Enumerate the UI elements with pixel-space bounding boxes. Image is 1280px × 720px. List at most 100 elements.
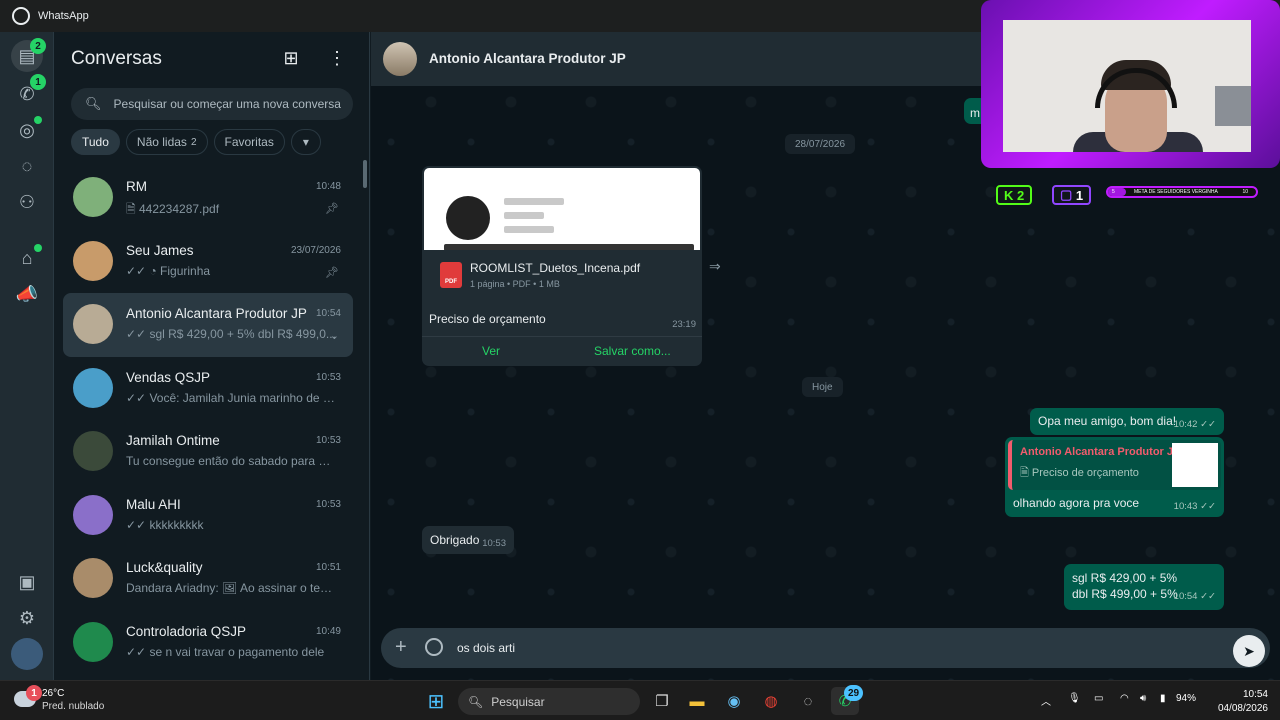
- filter-unread[interactable]: Não lidas 2: [125, 129, 208, 155]
- filter-unread-count: 2: [190, 136, 197, 148]
- battery-saver-icon[interactable]: ▭: [1094, 693, 1103, 704]
- contact-avatar[interactable]: [383, 42, 417, 76]
- nav-rail: ▤ 2 ✆ 1 ◎ ◌ ⚇ ⌂ 📣 ▣ ⚙: [0, 32, 54, 680]
- follower-goal-target: 10: [1242, 189, 1248, 195]
- chat-list-item[interactable]: Controladoria QSJP 10:49 ✓✓ se n vai trava…: [63, 611, 353, 675]
- windows-taskbar: 1 26°C Pred. nublado ⊞ 🔍︎ Pesquisar ❐ ▬ …: [0, 680, 1280, 720]
- chat-options-chevron-icon[interactable]: ⌄: [330, 329, 339, 342]
- message-out-price[interactable]: sgl R$ 429,00 + 5% dbl R$ 499,00 + 5% 10…: [1064, 564, 1224, 610]
- search-placeholder: Pesquisar ou começar uma nova conversa: [113, 97, 341, 111]
- taskbar-search[interactable]: 🔍︎ Pesquisar: [458, 688, 640, 715]
- kick-icon: K: [1004, 187, 1017, 203]
- chat-avatar[interactable]: [73, 367, 113, 408]
- chat-avatar[interactable]: [73, 304, 113, 344]
- filter-chips: Tudo Não lidas 2 Favoritas ▾: [71, 129, 321, 155]
- contact-name[interactable]: Antonio Alcantara Produtor JP: [429, 51, 626, 66]
- start-windows-icon[interactable]: ⊞: [422, 687, 450, 715]
- chat-time: 10:54: [315, 308, 341, 319]
- chat-avatar[interactable]: [73, 240, 113, 281]
- webcam-background-monitor: [1215, 86, 1251, 126]
- filter-all[interactable]: Tudo: [71, 129, 120, 155]
- message-reply-out[interactable]: Antonio Alcantara Produtor JP 🗎 Preciso …: [1005, 437, 1224, 517]
- chat-list-panel: Conversas ⊞ ⋮ 🔍︎ Pesquisar ou começar um…: [55, 32, 370, 680]
- chat-avatar[interactable]: [73, 177, 113, 217]
- profile-avatar[interactable]: [11, 638, 43, 670]
- obs-icon[interactable]: ◌: [794, 687, 822, 715]
- file-explorer-icon[interactable]: ▬: [683, 687, 711, 715]
- chat-list-item[interactable]: Luck&quality 10:51 Dandara Ariadny: 🖼 Ao a…: [63, 547, 353, 611]
- emoji-icon[interactable]: [425, 638, 443, 656]
- chat-list-scrollbar[interactable]: [363, 160, 367, 188]
- chat-preview: 🗎 442234287.pdf: [126, 202, 220, 216]
- search-input[interactable]: 🔍︎ Pesquisar ou começar uma nova convers…: [71, 88, 353, 120]
- panel-title: Conversas: [71, 48, 162, 69]
- taskbar-search-label: Pesquisar: [491, 694, 545, 709]
- clock-time: 10:54: [1242, 689, 1268, 700]
- chat-avatar[interactable]: [73, 621, 113, 662]
- attach-plus-icon[interactable]: +: [395, 636, 407, 659]
- menu-icon[interactable]: ⋮: [325, 48, 349, 72]
- chat-avatar[interactable]: [73, 431, 113, 471]
- filter-more-chevron-icon[interactable]: ▾: [290, 129, 321, 155]
- chat-avatar[interactable]: [73, 494, 113, 535]
- chat-list-item[interactable]: RM 10:48 🗎 442234287.pdf 📌︎: [63, 166, 353, 230]
- settings-icon[interactable]: ⚙: [11, 602, 43, 634]
- communities-icon[interactable]: ⚇: [11, 186, 43, 218]
- new-chat-icon[interactable]: ⊞: [279, 48, 303, 72]
- composer-input[interactable]: os dois arti: [457, 641, 515, 655]
- message-out[interactable]: Opa meu amigo, bom dia! 10:42 ✓✓: [1030, 408, 1224, 435]
- view-button[interactable]: Ver: [482, 344, 500, 358]
- status-dot: [34, 116, 42, 124]
- filter-favorites-label: Favoritas: [224, 135, 274, 149]
- chat-preview: ✓✓ Você: Jamilah Junia marinho de bri...: [126, 390, 336, 405]
- quoted-message[interactable]: Antonio Alcantara Produtor JP 🗎 Preciso …: [1008, 440, 1221, 490]
- webcam-feed: [1003, 20, 1251, 152]
- message-in[interactable]: Obrigado 10:53: [422, 526, 514, 554]
- document-caption: Preciso de orçamento: [429, 312, 546, 326]
- advertise-icon[interactable]: 📣: [11, 278, 43, 310]
- speaker-icon[interactable]: 🔊︎: [1140, 693, 1146, 704]
- document-time: 23:19: [672, 319, 696, 330]
- chat-list: RM 10:48 🗎 442234287.pdf 📌︎ Seu James 23/07/2…: [63, 166, 353, 674]
- task-view-icon[interactable]: ❐: [648, 687, 676, 715]
- document-preview[interactable]: [424, 168, 700, 250]
- save-as-button[interactable]: Salvar como...: [594, 344, 671, 358]
- media-icon[interactable]: ▣: [11, 566, 43, 598]
- wifi-icon[interactable]: ◠: [1120, 693, 1129, 704]
- twitch-icon: ▢: [1060, 187, 1076, 202]
- preview-line: [504, 212, 544, 219]
- chrome-icon[interactable]: ◍: [757, 687, 785, 715]
- chat-list-item[interactable]: Antonio Alcantara Produtor JP 10:54 ✓✓ sgl…: [63, 293, 353, 357]
- message-composer[interactable]: + os dois arti: [381, 628, 1270, 668]
- follower-goal-fill: [1108, 188, 1126, 196]
- document-message[interactable]: PDF ROOMLIST_Duetos_Incena.pdf 1 página …: [422, 166, 702, 366]
- message-text-line: sgl R$ 429,00 + 5%: [1072, 571, 1178, 585]
- chat-list-item[interactable]: Vendas QSJP 10:53 ✓✓ Você: Jamilah Junia m…: [63, 357, 353, 421]
- taskbar-clock[interactable]: 10:54 04/08/2026: [1208, 688, 1268, 716]
- battery-percent: 94%: [1176, 693, 1197, 704]
- chat-list-item[interactable]: Jamilah Ontime 10:53 Tu consegue então do …: [63, 420, 353, 484]
- chat-preview: ✓✓ kkkkkkkkk: [126, 517, 204, 532]
- chat-name: Seu James: [126, 242, 194, 258]
- filter-unread-label: Não lidas: [136, 135, 187, 149]
- send-icon[interactable]: ➤: [1233, 635, 1265, 667]
- business-dot: [34, 244, 42, 252]
- steam-icon[interactable]: ◉: [720, 687, 748, 715]
- filter-favorites[interactable]: Favoritas: [213, 129, 285, 155]
- message-time: 10:42 ✓✓: [1173, 419, 1216, 430]
- chat-preview: Dandara Ariadny: 🖼 Ao assinar o term...: [126, 581, 336, 595]
- date-pill: 28/07/2026: [785, 134, 856, 154]
- chat-avatar[interactable]: [73, 558, 113, 598]
- chat-list-item[interactable]: Seu James 23/07/2026 ✓✓ ◔ Figurinha 📌︎: [63, 230, 353, 294]
- chats-unread-badge: 2: [30, 38, 46, 54]
- battery-icon[interactable]: ▮: [1160, 693, 1166, 704]
- chat-name: Malu AHI: [126, 496, 181, 512]
- microphone-icon[interactable]: 🎙︎: [1068, 693, 1081, 704]
- document-meta: 1 página • PDF • 1 MB: [470, 279, 560, 289]
- forward-icon[interactable]: ⇒: [709, 258, 721, 275]
- kick-count: 2: [1017, 187, 1025, 203]
- quoted-sender: Antonio Alcantara Produtor JP: [1020, 446, 1181, 458]
- channels-icon[interactable]: ◌: [11, 150, 43, 182]
- chat-list-item[interactable]: Malu AHI 10:53 ✓✓ kkkkkkkkk: [63, 484, 353, 548]
- tray-chevron-icon[interactable]: ︿: [1041, 693, 1051, 708]
